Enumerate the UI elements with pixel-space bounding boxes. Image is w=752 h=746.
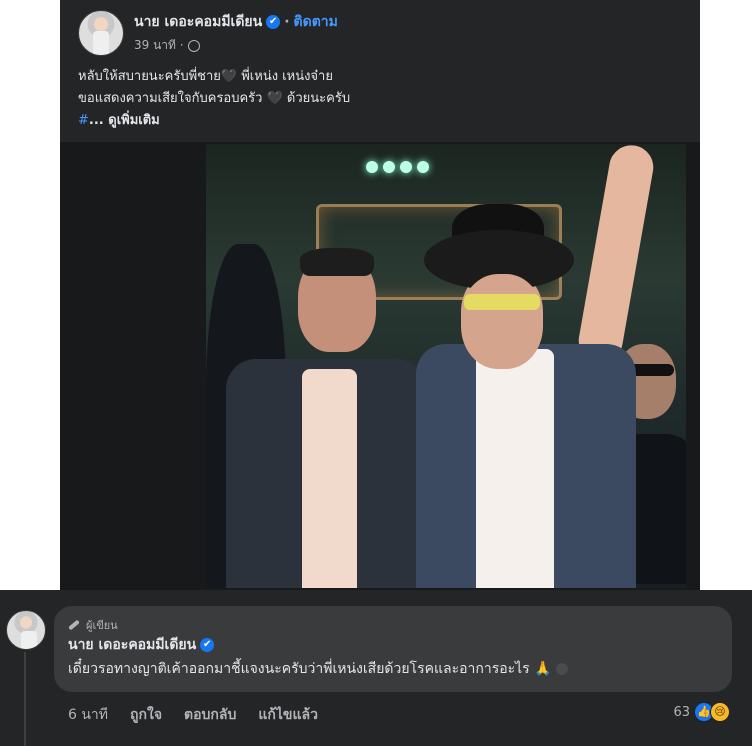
edited-label[interactable]: แก้ไขแล้ว (258, 704, 318, 726)
author-name[interactable]: นาย เดอะคอมมีเดียน (134, 11, 262, 33)
commenter-name[interactable]: นาย เดอะคอมมีเดียน (68, 634, 196, 656)
post-header: นาย เดอะคอมมีเดียน ✔ · ติดตาม 39 นาที · (78, 8, 338, 58)
yellow-glasses (464, 294, 540, 310)
person-left-hair (300, 248, 374, 276)
reaction-count: 63 (673, 704, 690, 720)
comment-body: เดี๋ยวรอทางญาติเค้าออกมาชี้แจงนะครับว่าพ… (68, 661, 530, 677)
comment-actions: 6 นาที ถูกใจ ตอบกลับ แก้ไขแล้ว (68, 704, 318, 726)
black-heart-icon (555, 663, 568, 675)
person-left-shirt (302, 369, 357, 588)
reply-button[interactable]: ตอบกลับ (184, 704, 236, 726)
post-card: นาย เดอะคอมมีเดียน ✔ · ติดตาม 39 นาที · … (60, 0, 700, 590)
comment-time[interactable]: 6 นาที (68, 704, 108, 726)
see-more-button[interactable]: ... ดูเพิ่มเติม (89, 113, 160, 128)
comment-section: ผู้เขียน นาย เดอะคอมมีเดียน ✔ เดี๋ยวรอทา… (0, 590, 752, 746)
follow-button[interactable]: ติดตาม (294, 11, 338, 33)
post-photo[interactable] (206, 144, 686, 588)
raised-arm (575, 144, 657, 367)
author-badge: ผู้เขียน (68, 616, 118, 634)
like-button[interactable]: ถูกใจ (130, 704, 162, 726)
verified-icon: ✔ (266, 15, 281, 29)
globe-icon (187, 39, 200, 52)
reaction-summary[interactable]: 63 👍 😢 (673, 702, 730, 722)
pray-emoji: 🙏 (534, 661, 552, 677)
comment-text: เดี๋ยวรอทางญาติเค้าออกมาชี้แจงนะครับว่าพ… (68, 658, 568, 680)
sad-reaction-icon: 😢 (710, 702, 730, 722)
separator-dot: · (284, 14, 290, 30)
author-badge-label: ผู้เขียน (86, 619, 118, 632)
post-text-line2: ขอแสดงความเสียใจกับครอบครัว 🖤 ด้วยนะครับ (78, 91, 351, 106)
hashtag-link[interactable]: # (78, 113, 89, 128)
post-text: หลับให้สบายนะครับพี่ชาย🖤 พี่เหน่ง เหน่งจ… (78, 66, 638, 132)
verified-icon: ✔ (200, 638, 215, 652)
thread-line (24, 652, 26, 746)
stage-lights (366, 158, 446, 173)
person-center-face (461, 274, 543, 369)
commenter-avatar[interactable] (6, 610, 46, 650)
author-avatar[interactable] (78, 10, 124, 56)
post-time[interactable]: 39 นาที · (134, 36, 184, 55)
post-text-line1: หลับให้สบายนะครับพี่ชาย🖤 พี่เหน่ง เหน่งจ… (78, 69, 333, 84)
pen-icon (68, 619, 80, 631)
person-center-shirt (476, 349, 554, 588)
comment-bubble: ผู้เขียน นาย เดอะคอมมีเดียน ✔ เดี๋ยวรอทา… (54, 606, 732, 692)
